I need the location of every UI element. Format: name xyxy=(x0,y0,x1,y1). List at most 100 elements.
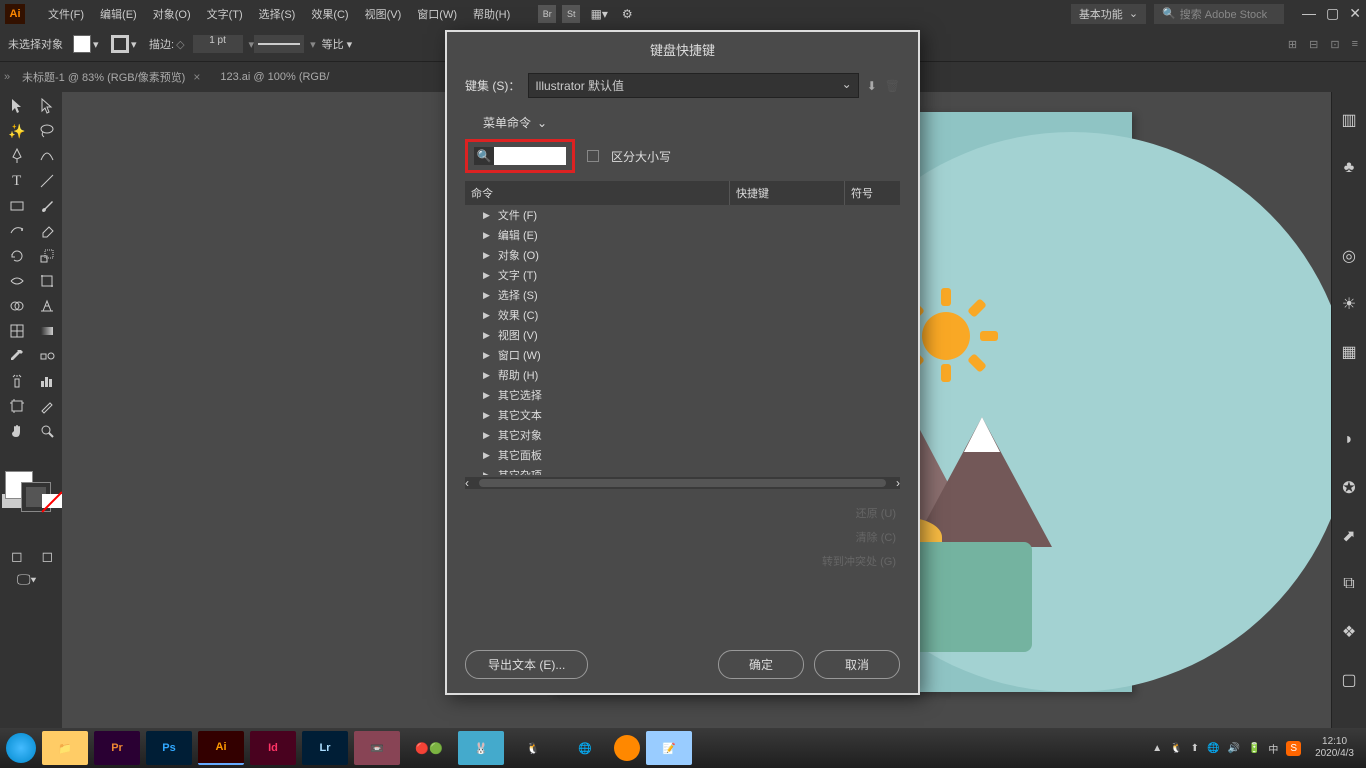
column-graph-tool[interactable] xyxy=(33,369,63,393)
stroke-panel-icon[interactable]: ⬈ xyxy=(1339,526,1359,546)
taskbar-browser[interactable] xyxy=(6,733,36,763)
symbols-icon[interactable]: ✪ xyxy=(1339,478,1359,498)
taskbar-notes[interactable]: 📝 xyxy=(646,731,692,765)
taskbar-clock[interactable]: 12:10 2020/4/3 xyxy=(1309,736,1360,760)
mesh-tool[interactable] xyxy=(2,319,32,343)
lasso-tool[interactable] xyxy=(33,119,63,143)
bridge-icon[interactable]: Br xyxy=(538,5,556,23)
maximize-button[interactable]: ▢ xyxy=(1326,5,1339,22)
stock-search[interactable]: 🔍 搜索 Adobe Stock xyxy=(1154,4,1284,24)
rectangle-tool[interactable] xyxy=(2,194,32,218)
menu-file[interactable]: 文件(F) xyxy=(40,6,92,22)
tray-volume-icon[interactable]: 🔊 xyxy=(1227,743,1239,754)
blend-tool[interactable] xyxy=(33,344,63,368)
pen-tool[interactable] xyxy=(2,144,32,168)
eraser-tool[interactable] xyxy=(33,219,63,243)
symbol-sprayer-tool[interactable] xyxy=(2,369,32,393)
draw-normal[interactable]: ◻ xyxy=(2,544,32,568)
tray-qq-icon[interactable]: 🐧 xyxy=(1170,743,1182,754)
save-set-icon[interactable]: ⬇ xyxy=(867,79,877,93)
tray-ime-icon[interactable]: 中 xyxy=(1268,741,1278,756)
brushes-icon[interactable]: ◗ xyxy=(1339,430,1359,450)
direct-selection-tool[interactable] xyxy=(33,94,63,118)
menu-select[interactable]: 选择(S) xyxy=(251,6,304,22)
gpu-icon[interactable]: ⚙ xyxy=(618,5,636,23)
taskbar-premiere[interactable]: Pr xyxy=(94,731,140,765)
menu-window[interactable]: 窗口(W) xyxy=(409,6,465,22)
list-item[interactable]: ▶其它面板 xyxy=(465,445,900,465)
stroke-dropdown[interactable]: ▾ xyxy=(131,38,141,51)
tab-scroll[interactable]: » xyxy=(0,71,12,83)
free-transform-tool[interactable] xyxy=(33,269,63,293)
doc-setup-icon[interactable]: ⊞ xyxy=(1288,38,1297,51)
shaper-tool[interactable] xyxy=(2,219,32,243)
workspace-switcher[interactable]: 基本功能⌄ xyxy=(1071,4,1146,24)
scale-mode[interactable]: 等比 ▾ xyxy=(322,36,353,52)
libraries-icon[interactable]: ♣ xyxy=(1339,158,1359,178)
taskbar-photoshop[interactable]: Ps xyxy=(146,731,192,765)
menu-type[interactable]: 文字(T) xyxy=(199,6,251,22)
scale-tool[interactable] xyxy=(33,244,63,268)
tray-icon[interactable]: ⬆ xyxy=(1191,743,1199,754)
align-icon[interactable]: ⊟ xyxy=(1309,38,1318,51)
artboards-icon[interactable]: ▢ xyxy=(1339,670,1359,690)
width-tool[interactable] xyxy=(2,269,32,293)
magic-wand-tool[interactable]: ✨ xyxy=(2,119,32,143)
taskbar-qq[interactable]: 🐧 xyxy=(510,731,556,765)
stroke-style-select[interactable] xyxy=(254,35,304,53)
list-item[interactable]: ▶选择 (S) xyxy=(465,285,900,305)
gradient-tool[interactable] xyxy=(33,319,63,343)
menu-edit[interactable]: 编辑(E) xyxy=(92,6,145,22)
taskbar-app4[interactable] xyxy=(614,735,640,761)
list-item[interactable]: ▶窗口 (W) xyxy=(465,345,900,365)
eyedropper-tool[interactable] xyxy=(2,344,32,368)
tray-arrow[interactable]: ▲ xyxy=(1152,743,1162,754)
type-tool[interactable]: T xyxy=(2,169,32,193)
tray-battery-icon[interactable]: 🔋 xyxy=(1248,743,1260,754)
list-item[interactable]: ▶其它杂项 xyxy=(465,465,900,475)
shortcut-list[interactable]: ▶文件 (F) ▶编辑 (E) ▶对象 (O) ▶文字 (T) ▶选择 (S) … xyxy=(465,205,900,475)
fill-swatch[interactable] xyxy=(73,35,91,53)
horizontal-scrollbar[interactable]: ‹› xyxy=(465,477,900,489)
minimize-button[interactable]: — xyxy=(1302,5,1316,22)
panel-menu-icon[interactable]: ≡ xyxy=(1352,38,1358,50)
swatches-icon[interactable]: ▦ xyxy=(1339,342,1359,362)
list-item[interactable]: ▶效果 (C) xyxy=(465,305,900,325)
slice-tool[interactable] xyxy=(33,394,63,418)
tray-network-icon[interactable]: 🌐 xyxy=(1207,743,1219,754)
list-item[interactable]: ▶编辑 (E) xyxy=(465,225,900,245)
fill-stroke-control[interactable] xyxy=(2,469,62,517)
cancel-button[interactable]: 取消 xyxy=(814,650,900,679)
taskbar-app1[interactable]: 📼 xyxy=(354,731,400,765)
set-select[interactable]: Illustrator 默认值 ⌄ xyxy=(528,73,858,98)
list-item[interactable]: ▶其它文本 xyxy=(465,405,900,425)
menu-object[interactable]: 对象(O) xyxy=(145,6,199,22)
line-tool[interactable] xyxy=(33,169,63,193)
selection-tool[interactable] xyxy=(2,94,32,118)
draw-behind[interactable]: ◻ xyxy=(33,544,63,568)
cc-icon[interactable]: ◎ xyxy=(1339,246,1359,266)
list-item[interactable]: ▶文件 (F) xyxy=(465,205,900,225)
close-button[interactable]: ✕ xyxy=(1349,5,1361,22)
list-item[interactable]: ▶其它选择 xyxy=(465,385,900,405)
menu-effect[interactable]: 效果(C) xyxy=(303,6,356,22)
zoom-tool[interactable] xyxy=(33,419,63,443)
list-item[interactable]: ▶对象 (O) xyxy=(465,245,900,265)
taskbar-lightroom[interactable]: Lr xyxy=(302,731,348,765)
arrange-icon[interactable]: ▦▾ xyxy=(590,5,608,23)
stroke-swatch[interactable] xyxy=(111,35,129,53)
color-none[interactable] xyxy=(42,494,62,508)
color-icon[interactable]: ☀ xyxy=(1339,294,1359,314)
export-icon[interactable]: ⧉ xyxy=(1339,574,1359,594)
screen-mode[interactable]: 🖵▾ xyxy=(17,569,45,589)
taskbar-chrome[interactable]: 🌐 xyxy=(562,731,608,765)
taskbar-illustrator[interactable]: Ai xyxy=(198,731,244,765)
stock-icon[interactable]: St xyxy=(562,5,580,23)
taskbar-app3[interactable]: 🐰 xyxy=(458,731,504,765)
properties-icon[interactable]: ▥ xyxy=(1339,110,1359,130)
layers-icon[interactable]: ❖ xyxy=(1339,622,1359,642)
doc-tab-1[interactable]: 未标题-1 @ 83% (RGB/像素预览) × xyxy=(12,69,210,85)
taskbar-indesign[interactable]: Id xyxy=(250,731,296,765)
fill-dropdown[interactable]: ▾ xyxy=(93,38,103,51)
list-item[interactable]: ▶视图 (V) xyxy=(465,325,900,345)
